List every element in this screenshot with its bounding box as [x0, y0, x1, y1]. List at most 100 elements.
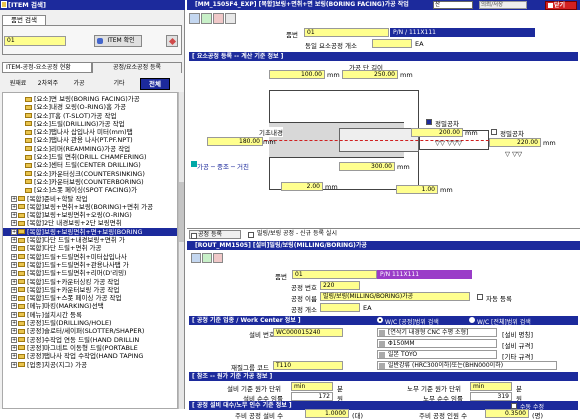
chamfer2-input[interactable]: 1.00 — [396, 185, 438, 194]
lab-count-input[interactable]: 0.3500 — [485, 409, 529, 418]
expand-icon[interactable]: + — [11, 220, 17, 227]
expand-icon[interactable]: + — [11, 203, 17, 210]
outer-dia-input[interactable]: 220.00 — [489, 138, 541, 147]
tree-item[interactable]: [요소]면 보링(BORING FACING)가공 — [3, 95, 177, 103]
tree-item[interactable]: + [복합]보링+보링면취+오링(O-RING) — [3, 211, 177, 219]
tree-item[interactable]: [요소]카운터싱크(COUNTERSINKING) — [3, 170, 177, 178]
tree-item[interactable]: + [공정]드릴(DRILLING/HOLE) — [3, 319, 177, 327]
tree-item[interactable]: + [업종]치공(지그) 가공 — [3, 361, 177, 369]
expand-icon[interactable]: + — [11, 320, 17, 327]
lower-item-no-input[interactable]: 01 — [292, 270, 377, 279]
print-icon[interactable] — [225, 13, 236, 24]
subtab-outsource[interactable]: 2차외주 — [33, 79, 63, 89]
tab-proc-register[interactable]: 공정/요소공정 등록 — [92, 62, 182, 73]
tree-item[interactable]: + [복합]드릴+드릴면취+미터삽입나사 — [3, 253, 177, 261]
tree-item[interactable]: [요소]드릴 면취(DRILL CHAMFERING) — [3, 153, 177, 161]
tree-item[interactable]: + [복합]다단 드릴+내경보링+면취 가 — [3, 236, 177, 244]
tree-item[interactable]: + [복합]드릴+드릴면취+관용나사탭 가 — [3, 261, 177, 269]
subtab-all[interactable]: 전체 — [140, 78, 170, 90]
expand-icon[interactable]: + — [11, 237, 17, 244]
proc-qty-input[interactable] — [320, 303, 360, 312]
equip-no-input[interactable]: WC000015240 — [273, 328, 343, 337]
length2-input[interactable]: 250.00 — [342, 70, 398, 79]
expand-icon[interactable]: + — [11, 286, 17, 293]
tree-item[interactable]: + [복합]드릴+카운터보링 가공 작업 — [3, 286, 177, 294]
subtab-etc[interactable]: 기타 — [106, 79, 132, 89]
expand-icon[interactable]: + — [11, 261, 17, 268]
chamfer1-input[interactable]: 2.00 — [281, 182, 323, 191]
tree-item[interactable]: [요소]리머(REAMMING)가공 작업 — [3, 145, 177, 153]
radio-wc-all[interactable] — [469, 317, 475, 323]
tree-item[interactable]: + [공정]슬로터/세이퍼(SLOTTER/SHAPER) — [3, 327, 177, 335]
top-dropdown[interactable]: 산 — [433, 1, 473, 9]
tree-item[interactable]: + [복합]다단 드릴+면취 가공 — [3, 244, 177, 252]
eraser-button[interactable] — [166, 35, 178, 47]
expand-icon[interactable]: + — [11, 344, 17, 351]
expand-icon[interactable]: + — [11, 303, 17, 310]
expand-icon[interactable]: + — [11, 228, 17, 235]
length1-input[interactable]: 100.00 — [269, 70, 325, 79]
save-icon[interactable] — [189, 13, 200, 24]
outer-len-input[interactable]: 300.00 — [339, 162, 395, 171]
tab-item-status[interactable]: ITEM-공정-요소공정 현황 — [2, 62, 92, 73]
expand-icon[interactable]: + — [11, 336, 17, 343]
setup-input[interactable]: min — [291, 382, 333, 391]
material-search-icon[interactable] — [379, 363, 385, 369]
expand-icon[interactable]: + — [11, 278, 17, 285]
expand-icon[interactable]: + — [11, 245, 17, 252]
top-item-no-input[interactable]: 01 — [304, 28, 389, 37]
tree-item[interactable]: + [복합]드릴+드릴면취+리머(D'리밍) — [3, 269, 177, 277]
tree-item[interactable]: + [공정]마그네트 이동형 드릴(PORTABLE — [3, 344, 177, 352]
tree-item[interactable]: [요소]탭나사 삽입나사 미터(mm)탭 — [3, 128, 177, 136]
left-scroll-thumb[interactable] — [179, 182, 184, 242]
tree-item[interactable]: [요소]드릴(DRILLING)가공 작업 — [3, 120, 177, 128]
tree-item[interactable]: [요소]스폿 페이싱(SPOT FACING)가 — [3, 186, 177, 194]
same-qty-input[interactable] — [372, 39, 412, 48]
expand-icon[interactable]: + — [11, 328, 17, 335]
equip-search-icon[interactable] — [379, 330, 385, 336]
expand-icon[interactable]: + — [11, 311, 17, 318]
auto-reg-checkbox[interactable] — [477, 293, 483, 301]
subtab-process[interactable]: 가공 — [66, 79, 92, 89]
base-input[interactable]: 180.00 — [207, 137, 263, 146]
expand-icon[interactable]: + — [11, 212, 17, 219]
lower-save-icon[interactable] — [191, 253, 201, 263]
radio-wc-proc[interactable] — [377, 317, 383, 323]
lower-check-icon[interactable] — [202, 253, 212, 263]
subtab-raw[interactable]: 원재료 — [4, 79, 32, 89]
tree-item[interactable]: + [복합]2단 내경보링+2단 보링면취 — [3, 219, 177, 227]
reg-tab-2[interactable]: 밀링/보링 공정 - 신규 등록 실시 — [247, 230, 407, 239]
labor-input[interactable]: min — [470, 382, 512, 391]
expand-icon[interactable]: + — [11, 270, 17, 277]
fine-tol-checkbox[interactable] — [426, 118, 432, 126]
expand-icon[interactable]: + — [11, 195, 17, 202]
lower-delete-icon[interactable] — [213, 253, 223, 263]
item-search-input[interactable]: 01 — [4, 36, 66, 46]
delete-icon[interactable] — [213, 13, 224, 24]
left-scrollbar[interactable] — [178, 92, 184, 409]
tree-item[interactable]: + [공정]탭나사 작업 수작업(HAND TAPING — [3, 352, 177, 360]
proc-name-input[interactable]: 밀링/보링(MILLING/BORING)가공 — [320, 292, 470, 301]
reg-tab[interactable]: 공정 등록 — [189, 230, 241, 239]
eq-count-input[interactable]: 1.0000 — [305, 409, 349, 418]
tree-item[interactable]: + [복합]보링+보링면취+면+보링(BORING — [3, 227, 177, 237]
tree-item[interactable]: + [복합]드릴+스폿 페이싱 가공 작업 — [3, 294, 177, 302]
expand-icon[interactable]: + — [11, 353, 17, 360]
material-code-input[interactable]: T110 — [273, 361, 343, 370]
tree-item[interactable]: + [복합]준비+학탈 작업 — [3, 195, 177, 203]
expand-icon[interactable]: + — [11, 361, 17, 368]
close-button[interactable]: 닫기 — [545, 1, 577, 10]
proc-no-input[interactable]: 220 — [320, 281, 360, 290]
tree-item[interactable]: [요소]내경 오링(O-RING)홈 가공 — [3, 103, 177, 111]
tree-item[interactable]: [요소]카운터보링(COUNTERBORING) — [3, 178, 177, 186]
tree-item[interactable]: [요소]센터 드릴(CENTER DRILLING) — [3, 161, 177, 169]
search-tab[interactable]: 품번 검색 — [2, 15, 46, 25]
expand-icon[interactable]: + — [11, 295, 17, 302]
tree-item[interactable]: + [공정]수작업 연동 드릴(HAND DRILLIN — [3, 336, 177, 344]
check-icon[interactable] — [201, 13, 212, 24]
tree-item[interactable]: + [복합]보링+면취+보링(BORING)+면취 가공 — [3, 203, 177, 211]
tree-item[interactable]: [요소]탭나사 관용 나사(PT.PF.NPT) — [3, 136, 177, 144]
item-confirm-button[interactable]: ITEM 확인 — [94, 35, 142, 47]
tree-item[interactable]: + [복합]드릴+카운터싱킹 가공 작업 — [3, 278, 177, 286]
expand-icon[interactable]: + — [11, 253, 17, 260]
